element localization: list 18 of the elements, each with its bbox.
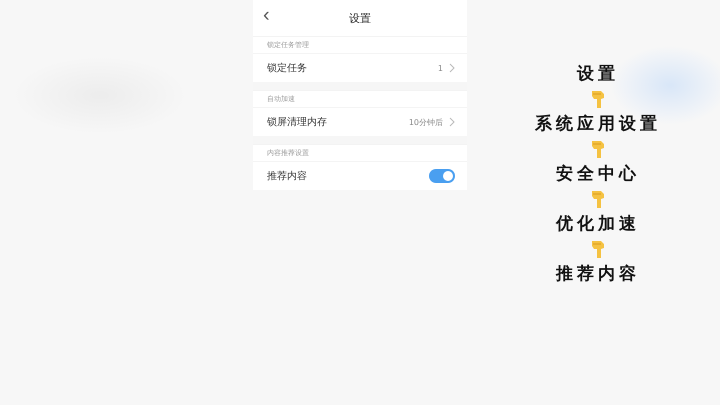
guide-step: 推荐内容 bbox=[556, 262, 640, 286]
guide-step: 安全中心 bbox=[556, 162, 640, 186]
chevron-icon bbox=[449, 63, 455, 73]
settings-row[interactable]: 推荐内容 bbox=[253, 161, 467, 190]
toggle-switch[interactable] bbox=[429, 169, 455, 183]
settings-row[interactable]: 锁定任务 1 bbox=[253, 53, 467, 82]
row-value: 1 bbox=[438, 64, 443, 72]
row-label: 推荐内容 bbox=[267, 170, 307, 183]
chevron-icon bbox=[449, 117, 455, 127]
guide-step: 设置 bbox=[577, 62, 619, 86]
row-value: 10分钟后 bbox=[408, 116, 443, 128]
back-button[interactable]: ‹ bbox=[263, 5, 270, 25]
row-label: 锁定任务 bbox=[267, 62, 307, 75]
row-label: 锁屏清理内存 bbox=[267, 116, 327, 129]
page-title: 设置 bbox=[349, 10, 371, 26]
settings-row[interactable]: 锁屏清理内存 10分钟后 bbox=[253, 107, 467, 136]
guide-step: 优化加速 bbox=[556, 212, 640, 236]
guide-step: 系统应用设置 bbox=[535, 112, 661, 136]
